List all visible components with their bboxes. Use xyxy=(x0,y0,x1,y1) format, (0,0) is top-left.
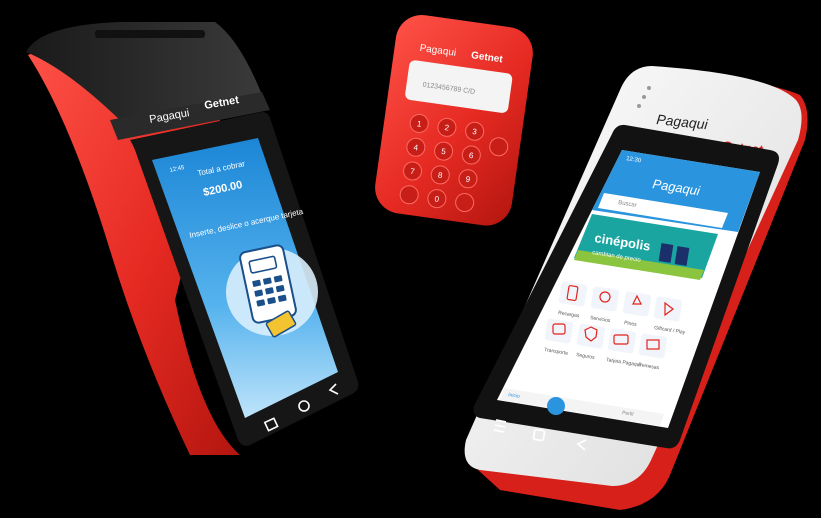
paper-slot xyxy=(95,30,205,38)
scene-svg: Pagaqui Getnet 12:45 Total a cobrar $200… xyxy=(26,15,808,510)
sensor-dot-2 xyxy=(642,95,646,99)
nav-center-button[interactable] xyxy=(547,397,565,415)
terminal-left: Pagaqui Getnet 12:45 Total a cobrar $200… xyxy=(26,22,359,455)
product-scene: Pagaqui Getnet 12:45 Total a cobrar $200… xyxy=(0,0,821,518)
pinpad-middle: Pagaqui Getnet 0123456789 C/D 1 2 3 4 5 … xyxy=(375,15,533,226)
sensor-dot-1 xyxy=(647,86,651,90)
sensor-dot-3 xyxy=(637,104,641,108)
pinpad-body xyxy=(375,15,533,226)
